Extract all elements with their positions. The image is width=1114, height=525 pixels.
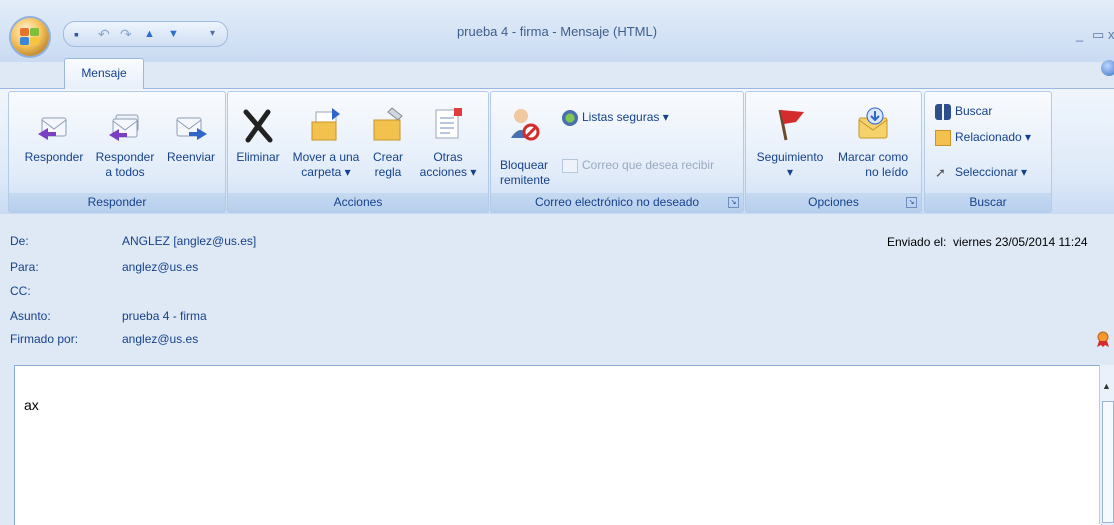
to-label: Para: — [10, 260, 39, 274]
other-actions-label-2: acciones ▾ — [419, 165, 477, 179]
tab-mensaje[interactable]: Mensaje — [64, 58, 144, 89]
subject-label: Asunto: — [10, 309, 51, 323]
wanted-mail-button[interactable]: Correo que desea recibir — [562, 156, 714, 174]
followup-label: Seguimiento — [756, 150, 824, 164]
subject-value: prueba 4 - firma — [122, 309, 207, 323]
delete-label: Eliminar — [236, 150, 280, 164]
move-label-1: Mover a una — [292, 150, 360, 164]
from-value[interactable]: ANGLEZ [anglez@us.es] — [122, 234, 256, 248]
reply-button[interactable]: Responder — [20, 104, 88, 194]
create-rule-button[interactable]: Crear regla — [368, 104, 408, 194]
block-label-1: Bloquear — [500, 158, 549, 172]
close-icon[interactable]: x — [1108, 27, 1114, 42]
signed-by-label: Firmado por: — [10, 332, 79, 346]
help-icon[interactable] — [1101, 60, 1114, 76]
signed-by-value[interactable]: anglez@us.es — [122, 332, 198, 346]
forward-button[interactable]: Reenviar — [162, 104, 220, 194]
select-button[interactable]: ➚ Seleccionar ▾ — [935, 163, 1027, 181]
rule-label-1: Crear — [372, 150, 403, 164]
safe-lists-button[interactable]: Listas seguras ▾ — [562, 108, 669, 126]
other-actions-icon — [435, 108, 462, 139]
message-body[interactable] — [14, 365, 1102, 525]
select-label: Seleccionar ▾ — [955, 165, 1028, 179]
message-body-text: ax — [24, 397, 39, 413]
vertical-scrollbar[interactable]: ▲ — [1099, 365, 1114, 524]
mark-unread-icon — [858, 107, 888, 139]
signature-ribbon-icon[interactable] — [1096, 331, 1110, 347]
reply-all-label-2: a todos — [105, 165, 145, 179]
sent-label: Enviado el: — [887, 235, 947, 249]
cc-label: CC: — [10, 284, 31, 298]
window-title: prueba 4 - firma - Mensaje (HTML) — [456, 24, 658, 39]
mark-label-2: no leído — [865, 165, 908, 179]
related-button[interactable]: Relacionado ▾ — [935, 128, 1031, 146]
move-to-folder-button[interactable]: Mover a una carpeta ▾ — [286, 104, 366, 194]
from-label: De: — [10, 234, 29, 248]
reply-all-icon — [109, 114, 139, 141]
reply-icon — [38, 117, 67, 140]
safe-lists-label: Listas seguras ▾ — [582, 110, 669, 124]
group-label-acciones: Acciones — [228, 193, 488, 212]
scroll-up-icon[interactable]: ▲ — [1102, 381, 1111, 391]
dialog-launcher-icon[interactable]: ↘ — [906, 197, 917, 208]
block-sender-icon — [511, 109, 540, 141]
safe-lists-icon — [562, 109, 578, 126]
reply-label: Responder — [24, 150, 84, 164]
mark-label-1: Marcar como — [837, 150, 908, 164]
reply-all-label-1: Responder — [95, 150, 155, 164]
group-label-opciones: Opciones — [746, 193, 921, 212]
create-rule-icon — [373, 107, 403, 141]
delete-x-icon — [243, 109, 273, 143]
forward-icon — [176, 117, 207, 140]
dialog-launcher-icon[interactable]: ↘ — [728, 197, 739, 208]
other-actions-label-1: Otras — [433, 150, 463, 164]
related-icon — [935, 129, 951, 146]
cursor-arrow-icon: ➚ — [935, 164, 946, 180]
delete-button[interactable]: Eliminar — [231, 104, 285, 194]
sent-value: viernes 23/05/2014 11:24 — [953, 235, 1088, 249]
group-label-junk: Correo electrónico no deseado — [491, 193, 743, 212]
wanted-mail-label: Correo que desea recibir — [582, 158, 715, 172]
move-label-2: carpeta ▾ — [301, 165, 351, 179]
mark-unread-button[interactable]: Marcar como no leído — [832, 104, 914, 194]
group-label-responder: Responder — [9, 193, 225, 212]
followup-button[interactable]: Seguimiento ▾ — [750, 104, 830, 194]
scrollbar-thumb[interactable] — [1102, 401, 1114, 523]
maximize-icon[interactable]: ▭ — [1092, 27, 1104, 43]
move-folder-icon — [311, 108, 340, 141]
rule-label-2: regla — [374, 165, 402, 179]
forward-label: Reenviar — [166, 150, 216, 164]
to-value[interactable]: anglez@us.es — [122, 260, 198, 274]
binoculars-icon — [935, 103, 951, 120]
block-label-2: remitente — [500, 173, 551, 187]
block-sender-button[interactable]: Bloquear remitente — [496, 104, 554, 194]
reply-all-button[interactable]: Responder a todos — [92, 104, 158, 194]
followup-dropdown-icon: ▾ — [786, 165, 794, 179]
minimize-icon[interactable]: _ — [1076, 27, 1083, 42]
related-label: Relacionado ▾ — [955, 130, 1032, 144]
other-actions-button[interactable]: Otras acciones ▾ — [412, 104, 484, 194]
find-button[interactable]: Buscar — [935, 102, 992, 120]
group-label-buscar: Buscar — [925, 193, 1051, 212]
wanted-mail-icon — [562, 158, 578, 173]
find-label: Buscar — [955, 104, 993, 118]
flag-icon — [778, 109, 804, 141]
sent-date: Enviado el: viernes 23/05/2014 11:24 — [887, 235, 1088, 249]
